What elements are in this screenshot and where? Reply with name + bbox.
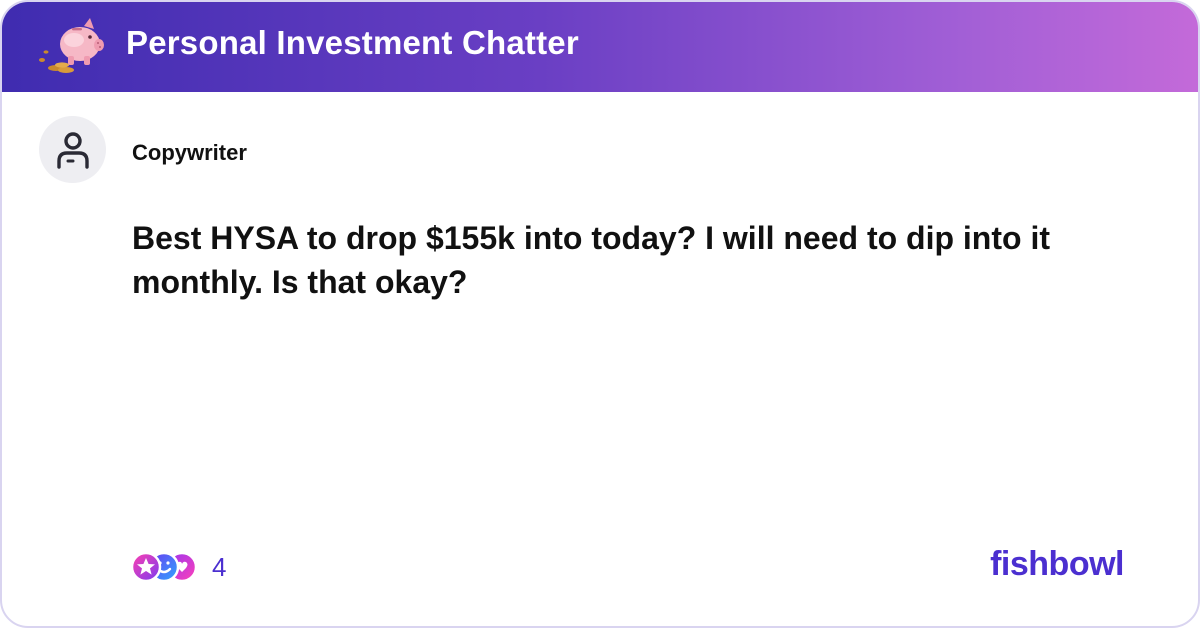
- person-icon: [56, 131, 89, 169]
- reactions[interactable]: 4: [130, 550, 226, 584]
- piggy-bank-icon: [39, 18, 104, 73]
- reaction-count: 4: [212, 551, 227, 582]
- fishbowl-logo[interactable]: fishbowl: [990, 545, 1124, 584]
- star-reaction-icon: [130, 551, 162, 583]
- avatar[interactable]: [39, 116, 106, 183]
- post-text: Best HYSA to drop $155k into today? I wi…: [132, 220, 1050, 300]
- reaction-icons[interactable]: [130, 550, 200, 584]
- author-name[interactable]: Copywriter: [132, 140, 247, 166]
- post-card[interactable]: Personal Investment Chatter Copywriter B…: [0, 0, 1200, 628]
- group-title[interactable]: Personal Investment Chatter: [126, 24, 579, 62]
- group-header[interactable]: Personal Investment Chatter: [2, 2, 1198, 92]
